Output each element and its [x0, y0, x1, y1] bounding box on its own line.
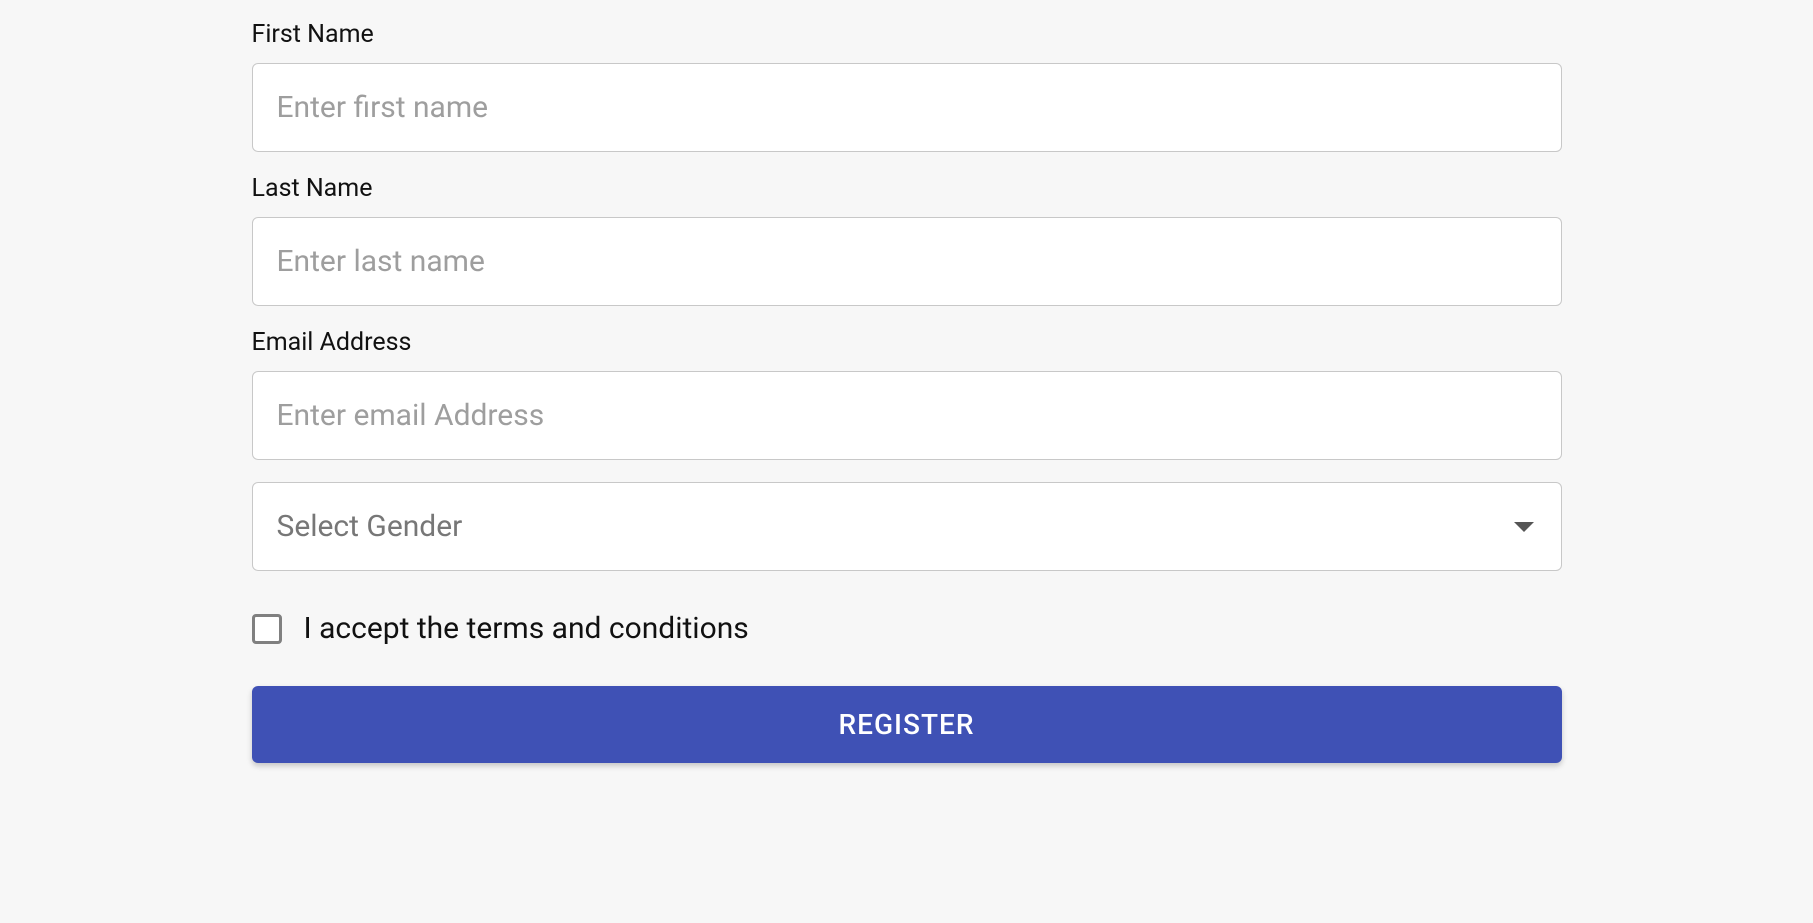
last-name-group: Last Name [252, 174, 1562, 306]
first-name-group: First Name [252, 20, 1562, 152]
email-label: Email Address [252, 328, 1562, 357]
register-button[interactable]: REGISTER [252, 686, 1562, 763]
gender-select[interactable]: Select Gender [252, 482, 1562, 571]
email-group: Email Address [252, 328, 1562, 460]
first-name-label: First Name [252, 20, 1562, 49]
first-name-input[interactable] [252, 63, 1562, 152]
email-input[interactable] [252, 371, 1562, 460]
terms-label: I accept the terms and conditions [304, 611, 749, 646]
gender-group: Select Gender [252, 482, 1562, 571]
gender-select-wrapper: Select Gender [252, 482, 1562, 571]
last-name-label: Last Name [252, 174, 1562, 203]
terms-row: I accept the terms and conditions [252, 611, 1562, 646]
terms-checkbox[interactable] [252, 614, 282, 644]
last-name-input[interactable] [252, 217, 1562, 306]
registration-form: First Name Last Name Email Address Selec… [252, 0, 1562, 763]
